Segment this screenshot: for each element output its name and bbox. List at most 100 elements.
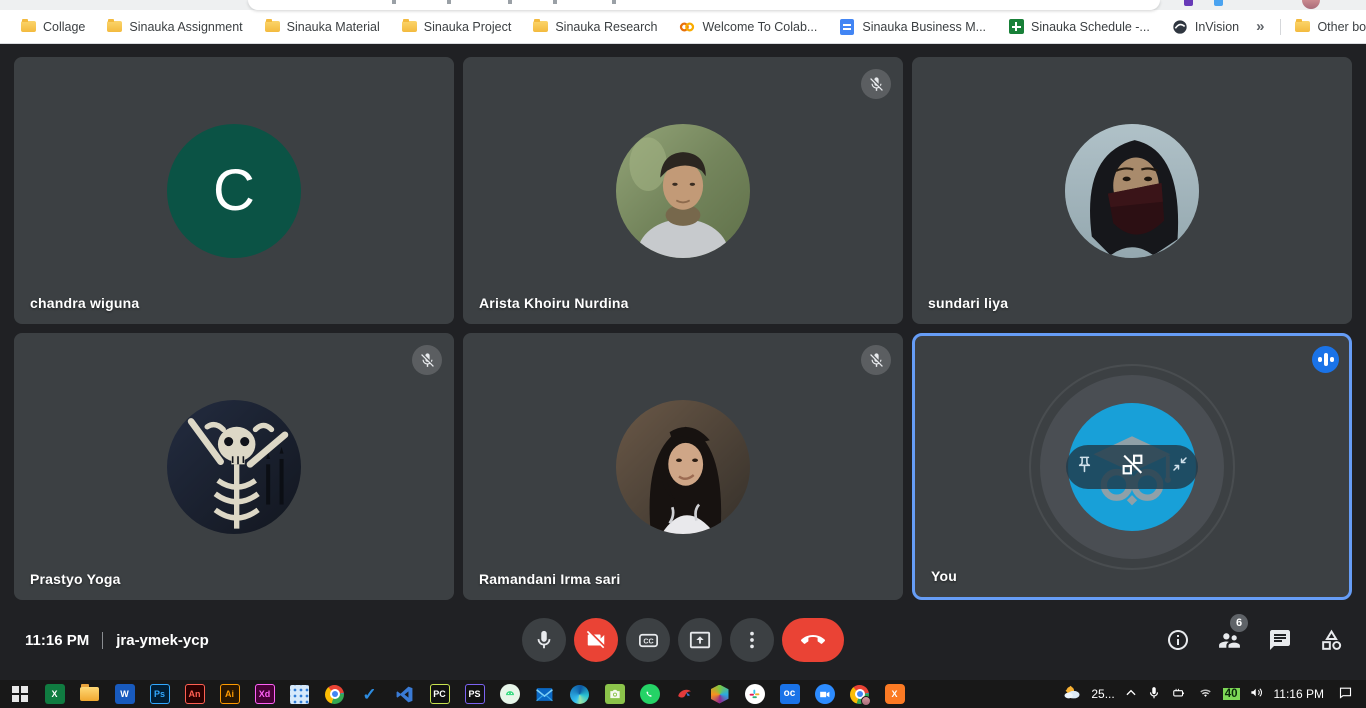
taskbar-phpstorm[interactable]: PS bbox=[457, 680, 492, 708]
extension-icon[interactable] bbox=[1214, 0, 1223, 6]
taskbar-visual-studio[interactable] bbox=[387, 680, 422, 708]
bookmark-label: Welcome To Colab... bbox=[702, 20, 817, 34]
bookmark-sinauka-assignment[interactable]: Sinauka Assignment bbox=[96, 14, 253, 40]
microphone-button[interactable] bbox=[522, 618, 566, 662]
tray-percent-badge[interactable]: 40 bbox=[1223, 688, 1240, 700]
bookmark-invision[interactable]: InVision bbox=[1161, 14, 1250, 40]
participant-tile-ramandani[interactable]: Ramandani Irma sari bbox=[463, 333, 903, 600]
google-sheets-icon bbox=[1008, 19, 1024, 35]
taskbar-chrome[interactable] bbox=[317, 680, 352, 708]
bookmark-collage[interactable]: Collage bbox=[10, 14, 96, 40]
extension-icon[interactable] bbox=[1184, 0, 1193, 6]
meet-main: C chandra wiguna bbox=[0, 44, 1366, 680]
chat-button[interactable] bbox=[1267, 627, 1293, 653]
participant-tile-prastyo[interactable]: Prastyo Yoga bbox=[14, 333, 454, 600]
phpstorm-icon: PS bbox=[465, 684, 485, 704]
participant-name: Arista Khoiru Nurdina bbox=[479, 295, 629, 311]
globe-icon bbox=[1172, 19, 1188, 35]
bookmark-label: Sinauka Project bbox=[424, 20, 512, 34]
tray-microphone-icon[interactable] bbox=[1147, 686, 1161, 703]
taskbar-whatsapp[interactable] bbox=[632, 680, 667, 708]
oc-app-icon: oc bbox=[780, 684, 800, 704]
tray-wifi-icon[interactable] bbox=[1197, 685, 1214, 703]
camera-app-icon bbox=[605, 684, 625, 704]
taskbar-adobe-xd[interactable]: Xd bbox=[247, 680, 282, 708]
letter-avatar: C bbox=[167, 124, 301, 258]
taskbar-hub-app[interactable] bbox=[702, 680, 737, 708]
participants-button[interactable]: 6 bbox=[1216, 627, 1242, 653]
activities-button[interactable] bbox=[1318, 627, 1344, 653]
bookmark-label: InVision bbox=[1195, 20, 1239, 34]
bookmark-sinauka-business[interactable]: Sinauka Business M... bbox=[828, 14, 997, 40]
taskbar-photoshop[interactable]: Ps bbox=[142, 680, 177, 708]
bookmark-sinauka-schedule[interactable]: Sinauka Schedule -... bbox=[997, 14, 1161, 40]
taskbar-word[interactable]: W bbox=[107, 680, 142, 708]
taskbar-camera-app[interactable] bbox=[597, 680, 632, 708]
tray-temperature[interactable]: 25... bbox=[1091, 687, 1114, 701]
participant-photo-avatar bbox=[616, 400, 750, 534]
taskbar-slack[interactable] bbox=[737, 680, 772, 708]
participants-count-badge: 6 bbox=[1230, 614, 1248, 632]
mic-off-icon bbox=[861, 69, 891, 99]
taskbar-red-app[interactable] bbox=[667, 680, 702, 708]
participant-tile-chandra-wiguna[interactable]: C chandra wiguna bbox=[14, 57, 454, 324]
participant-name: You bbox=[931, 568, 957, 584]
pin-icon[interactable] bbox=[1075, 455, 1094, 479]
bookmark-sinauka-research[interactable]: Sinauka Research bbox=[522, 14, 668, 40]
taskbar-animate[interactable]: An bbox=[177, 680, 212, 708]
taskbar-file-explorer[interactable] bbox=[72, 680, 107, 708]
folder-icon bbox=[265, 21, 280, 32]
start-button[interactable] bbox=[2, 680, 37, 708]
url-text-fragment bbox=[508, 0, 512, 4]
adobe-xd-icon: Xd bbox=[255, 684, 275, 704]
windows-taskbar: X W Ps An Ai Xd ✓ PC bbox=[0, 680, 1366, 708]
more-options-button[interactable] bbox=[730, 618, 774, 662]
taskbar-xampp[interactable]: X bbox=[877, 680, 912, 708]
photoshop-icon: Ps bbox=[150, 684, 170, 704]
taskbar-excel[interactable]: X bbox=[37, 680, 72, 708]
taskbar-chrome-profile[interactable] bbox=[842, 680, 877, 708]
bookmark-sinauka-project[interactable]: Sinauka Project bbox=[391, 14, 523, 40]
participant-tile-arista[interactable]: Arista Khoiru Nurdina bbox=[463, 57, 903, 324]
participant-tile-you[interactable]: You bbox=[912, 333, 1352, 600]
taskbar-android[interactable] bbox=[492, 680, 527, 708]
colab-icon bbox=[679, 19, 695, 35]
hub-icon bbox=[711, 685, 729, 704]
captions-button[interactable]: CC bbox=[626, 618, 670, 662]
present-screen-button[interactable] bbox=[678, 618, 722, 662]
browser-toolbar-sliver bbox=[0, 0, 1366, 10]
whatsapp-icon bbox=[640, 684, 660, 704]
camera-off-button[interactable] bbox=[574, 618, 618, 662]
participant-photo-avatar bbox=[1065, 124, 1199, 258]
taskbar-edge[interactable] bbox=[562, 680, 597, 708]
taskbar-pycharm[interactable]: PC bbox=[422, 680, 457, 708]
tray-clock[interactable]: 11:16 PM bbox=[1274, 687, 1324, 701]
taskbar-check-app[interactable]: ✓ bbox=[352, 680, 387, 708]
tray-volume-icon[interactable] bbox=[1249, 685, 1265, 703]
system-tray: 25... 40 11:16 PM bbox=[1062, 683, 1366, 706]
meeting-details-button[interactable] bbox=[1165, 627, 1191, 653]
action-center-icon[interactable] bbox=[1333, 685, 1358, 703]
bookmark-sinauka-material[interactable]: Sinauka Material bbox=[254, 14, 391, 40]
grid-off-icon[interactable] bbox=[1120, 452, 1145, 482]
tray-chevron-up-icon[interactable] bbox=[1124, 686, 1138, 703]
tray-battery-icon[interactable] bbox=[1170, 686, 1188, 703]
taskbar-mail[interactable] bbox=[527, 680, 562, 708]
taskbar-video-app[interactable] bbox=[807, 680, 842, 708]
address-bar[interactable] bbox=[248, 0, 1160, 10]
leave-call-button[interactable] bbox=[782, 618, 844, 662]
taskbar-oc-app[interactable]: oc bbox=[772, 680, 807, 708]
bookmarks-overflow-chevron[interactable]: » bbox=[1250, 18, 1270, 35]
taskbar-illustrator[interactable]: Ai bbox=[212, 680, 247, 708]
taskbar-calendar[interactable] bbox=[282, 680, 317, 708]
svg-text:CC: CC bbox=[643, 637, 653, 645]
file-explorer-icon bbox=[80, 687, 99, 701]
weather-icon[interactable] bbox=[1062, 683, 1082, 706]
other-bookmarks[interactable]: Other bookmarks bbox=[1291, 14, 1366, 40]
minimize-icon[interactable] bbox=[1171, 455, 1189, 478]
browser-profile-avatar[interactable] bbox=[1302, 0, 1320, 9]
participant-photo-avatar bbox=[616, 124, 750, 258]
participant-tile-sundari[interactable]: sundari liya bbox=[912, 57, 1352, 324]
bookmark-welcome-to-colab[interactable]: Welcome To Colab... bbox=[668, 14, 828, 40]
bookmark-label: Collage bbox=[43, 20, 85, 34]
